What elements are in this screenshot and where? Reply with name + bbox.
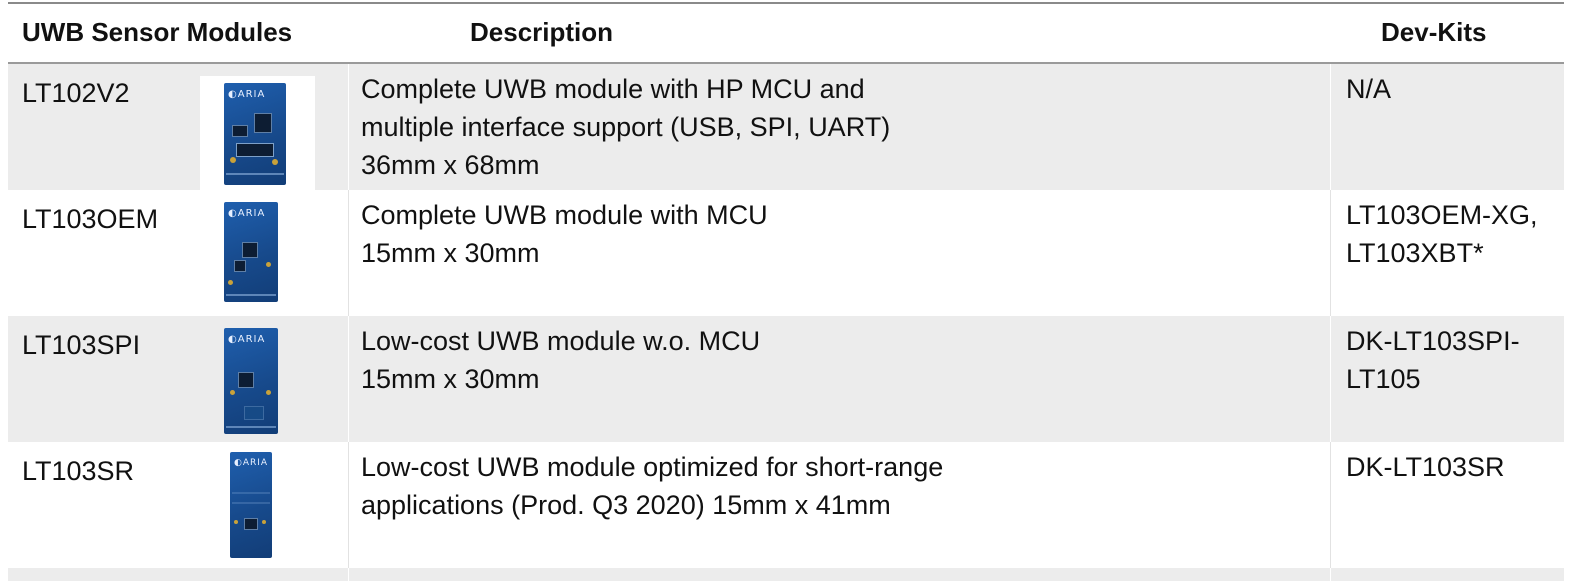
table-row: LT103SPI ◐ARIA Low-cost UWB module w.o. … xyxy=(8,316,1564,442)
module-description: Complete UWB module with MCU 15mm x 30mm xyxy=(361,200,768,268)
table-row: LT103SR ◐ARIA Low-cost UWB module optimi… xyxy=(8,442,1564,568)
table-row-partial xyxy=(8,568,1564,581)
module-devkits: N/A xyxy=(1346,74,1392,104)
header-description: Description xyxy=(470,17,614,47)
module-description: Complete UWB module with HP MCU and mult… xyxy=(361,74,891,180)
table-row: LT103OEM ◐ARIA Complete UWB module with … xyxy=(8,190,1564,316)
module-devkits: DK-LT103SPI- LT105 xyxy=(1346,326,1520,394)
module-name: LT102V2 xyxy=(22,78,130,108)
pcb-photo-icon: ◐ARIA xyxy=(224,202,278,302)
table-row: LT102V2 ◐ARIA Complete UWB module with H… xyxy=(8,64,1564,190)
module-devkits: LT103OEM-XG, LT103XBT* xyxy=(1346,200,1538,268)
pcb-photo-icon: ◐ARIA xyxy=(224,328,278,434)
module-description: Low-cost UWB module w.o. MCU 15mm x 30mm xyxy=(361,326,761,394)
module-description: Low-cost UWB module optimized for short-… xyxy=(361,452,944,520)
pcb-photo-icon: ◐ARIA xyxy=(230,452,272,558)
module-name: LT103SR xyxy=(22,456,135,486)
pcb-photo-icon: ◐ARIA xyxy=(224,83,286,185)
module-image: ◐ARIA xyxy=(200,76,315,190)
header-modules: UWB Sensor Modules xyxy=(22,17,293,47)
table-header: UWB Sensor Modules Description Dev-Kits xyxy=(8,4,1564,62)
module-devkits: DK-LT103SR xyxy=(1346,452,1505,482)
module-name: LT103SPI xyxy=(22,330,141,360)
module-name: LT103OEM xyxy=(22,204,159,234)
header-devkits: Dev-Kits xyxy=(1381,17,1487,47)
